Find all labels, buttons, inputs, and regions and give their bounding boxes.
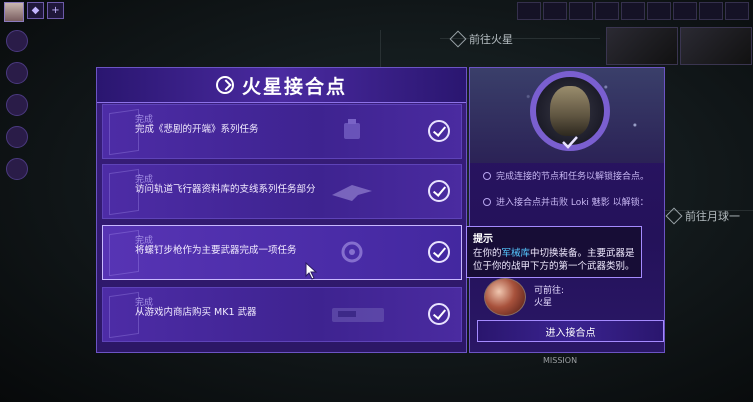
top-toolbar: ◆ + <box>4 2 64 22</box>
nav-icon[interactable] <box>595 2 619 20</box>
map-node-label: 前往月球一 <box>685 210 740 223</box>
rail-icon[interactable] <box>6 126 28 148</box>
boss-portrait-ring <box>530 71 610 151</box>
weapon-icon <box>332 308 384 322</box>
bullet-icon <box>483 198 491 206</box>
panel-title-bar: 火星接合点 <box>97 68 466 103</box>
enter-junction-button[interactable]: 进入接合点 <box>477 320 664 342</box>
task-list-panel: 火星接合点 完成 完成《悲剧的开端》系列任务 完成 访问轨道飞行器资料库的支线系… <box>96 67 467 353</box>
cursor-icon <box>305 262 318 280</box>
bullet-icon <box>483 172 491 180</box>
destination-name: 火星 <box>534 298 553 308</box>
nav-icon[interactable] <box>621 2 645 20</box>
quest-item-icon <box>344 119 360 139</box>
task-description: 将螺钉步枪作为主要武器完成一项任务 <box>135 245 297 256</box>
destination-text: 可前往: 火星 <box>534 285 564 309</box>
left-rail <box>6 30 32 230</box>
junction-panel: 火星接合点 完成 完成《悲剧的开端》系列任务 完成 访问轨道飞行器资料库的支线系… <box>96 67 665 353</box>
avatar[interactable] <box>4 2 24 22</box>
map-node-right[interactable]: 前往月球一 <box>665 207 740 225</box>
nav-icon[interactable] <box>543 2 567 20</box>
tooltip-body: 在你的军械库中切换装备。主要武器是位于你的战甲下方的第一个武器类别。 <box>473 248 635 273</box>
map-node-label: 前往火星 <box>469 33 513 46</box>
rail-icon[interactable] <box>6 62 28 84</box>
destination-label: 可前往: <box>534 286 565 296</box>
mars-planet-icon <box>484 278 526 316</box>
map-node-mars[interactable]: 前往火星 <box>449 30 513 48</box>
page-title: 火星接合点 <box>241 75 347 98</box>
node-diamond-icon <box>665 207 683 225</box>
nav-icon[interactable] <box>569 2 593 20</box>
rail-icon[interactable] <box>6 158 28 180</box>
task-item[interactable]: 完成 完成《悲剧的开端》系列任务 <box>102 104 462 159</box>
check-icon <box>428 303 450 325</box>
task-description: 从游戏内商店购买 MK1 武器 <box>135 307 257 318</box>
node-diamond-icon <box>449 30 467 48</box>
rail-icon[interactable] <box>6 94 28 116</box>
nav-icon[interactable] <box>647 2 671 20</box>
task-item[interactable]: 完成 访问轨道飞行器资料库的支线系列任务部分 <box>102 164 462 219</box>
warframe-thumbnail[interactable] <box>606 27 678 65</box>
warframe-thumbnail[interactable] <box>680 27 752 65</box>
junction-icon <box>215 76 234 94</box>
task-description: 访问轨道飞行器资料库的支线系列任务部分 <box>135 184 316 195</box>
task-description: 完成《悲剧的开端》系列任务 <box>135 124 259 135</box>
nav-icon[interactable] <box>725 2 749 20</box>
check-icon <box>428 180 450 202</box>
hint-tooltip: 提示 在你的军械库中切换装备。主要武器是位于你的战甲下方的第一个武器类别。 <box>466 226 642 278</box>
check-icon <box>428 120 450 142</box>
nav-icon[interactable] <box>673 2 697 20</box>
arsenal-link[interactable]: 军械库 <box>502 248 531 259</box>
ship-icon <box>332 185 372 201</box>
task-item-hovered[interactable]: 完成 将螺钉步枪作为主要武器完成一项任务 <box>102 225 462 280</box>
clan-icon[interactable]: ◆ <box>27 2 44 19</box>
info-line: 完成连接的节点和任务以解锁接合点。 <box>483 172 654 183</box>
info-text: 进入接合点并击败 Loki 魅影 以解锁： <box>496 198 649 208</box>
weapon-gear-icon <box>341 241 363 263</box>
info-text: 完成连接的节点和任务以解锁接合点。 <box>496 172 650 182</box>
mission-tag: MISSION <box>543 356 578 365</box>
menu-icon[interactable] <box>517 2 541 20</box>
check-icon <box>428 241 450 263</box>
check-icon <box>562 136 578 149</box>
nav-icon[interactable] <box>699 2 723 20</box>
destination-row: 可前往: 火星 <box>484 278 564 316</box>
info-line: 进入接合点并击败 Loki 魅影 以解锁： <box>483 198 654 209</box>
tooltip-text: 在你的 <box>473 248 502 259</box>
enter-junction-label: 进入接合点 <box>545 327 596 339</box>
add-icon[interactable]: + <box>47 2 64 19</box>
map-line <box>380 30 381 70</box>
tooltip-title: 提示 <box>473 234 493 245</box>
rail-icon[interactable] <box>6 30 28 52</box>
loki-specter-portrait <box>550 86 590 136</box>
task-item[interactable]: 完成 从游戏内商店购买 MK1 武器 <box>102 287 462 342</box>
top-right-icons <box>517 2 749 20</box>
